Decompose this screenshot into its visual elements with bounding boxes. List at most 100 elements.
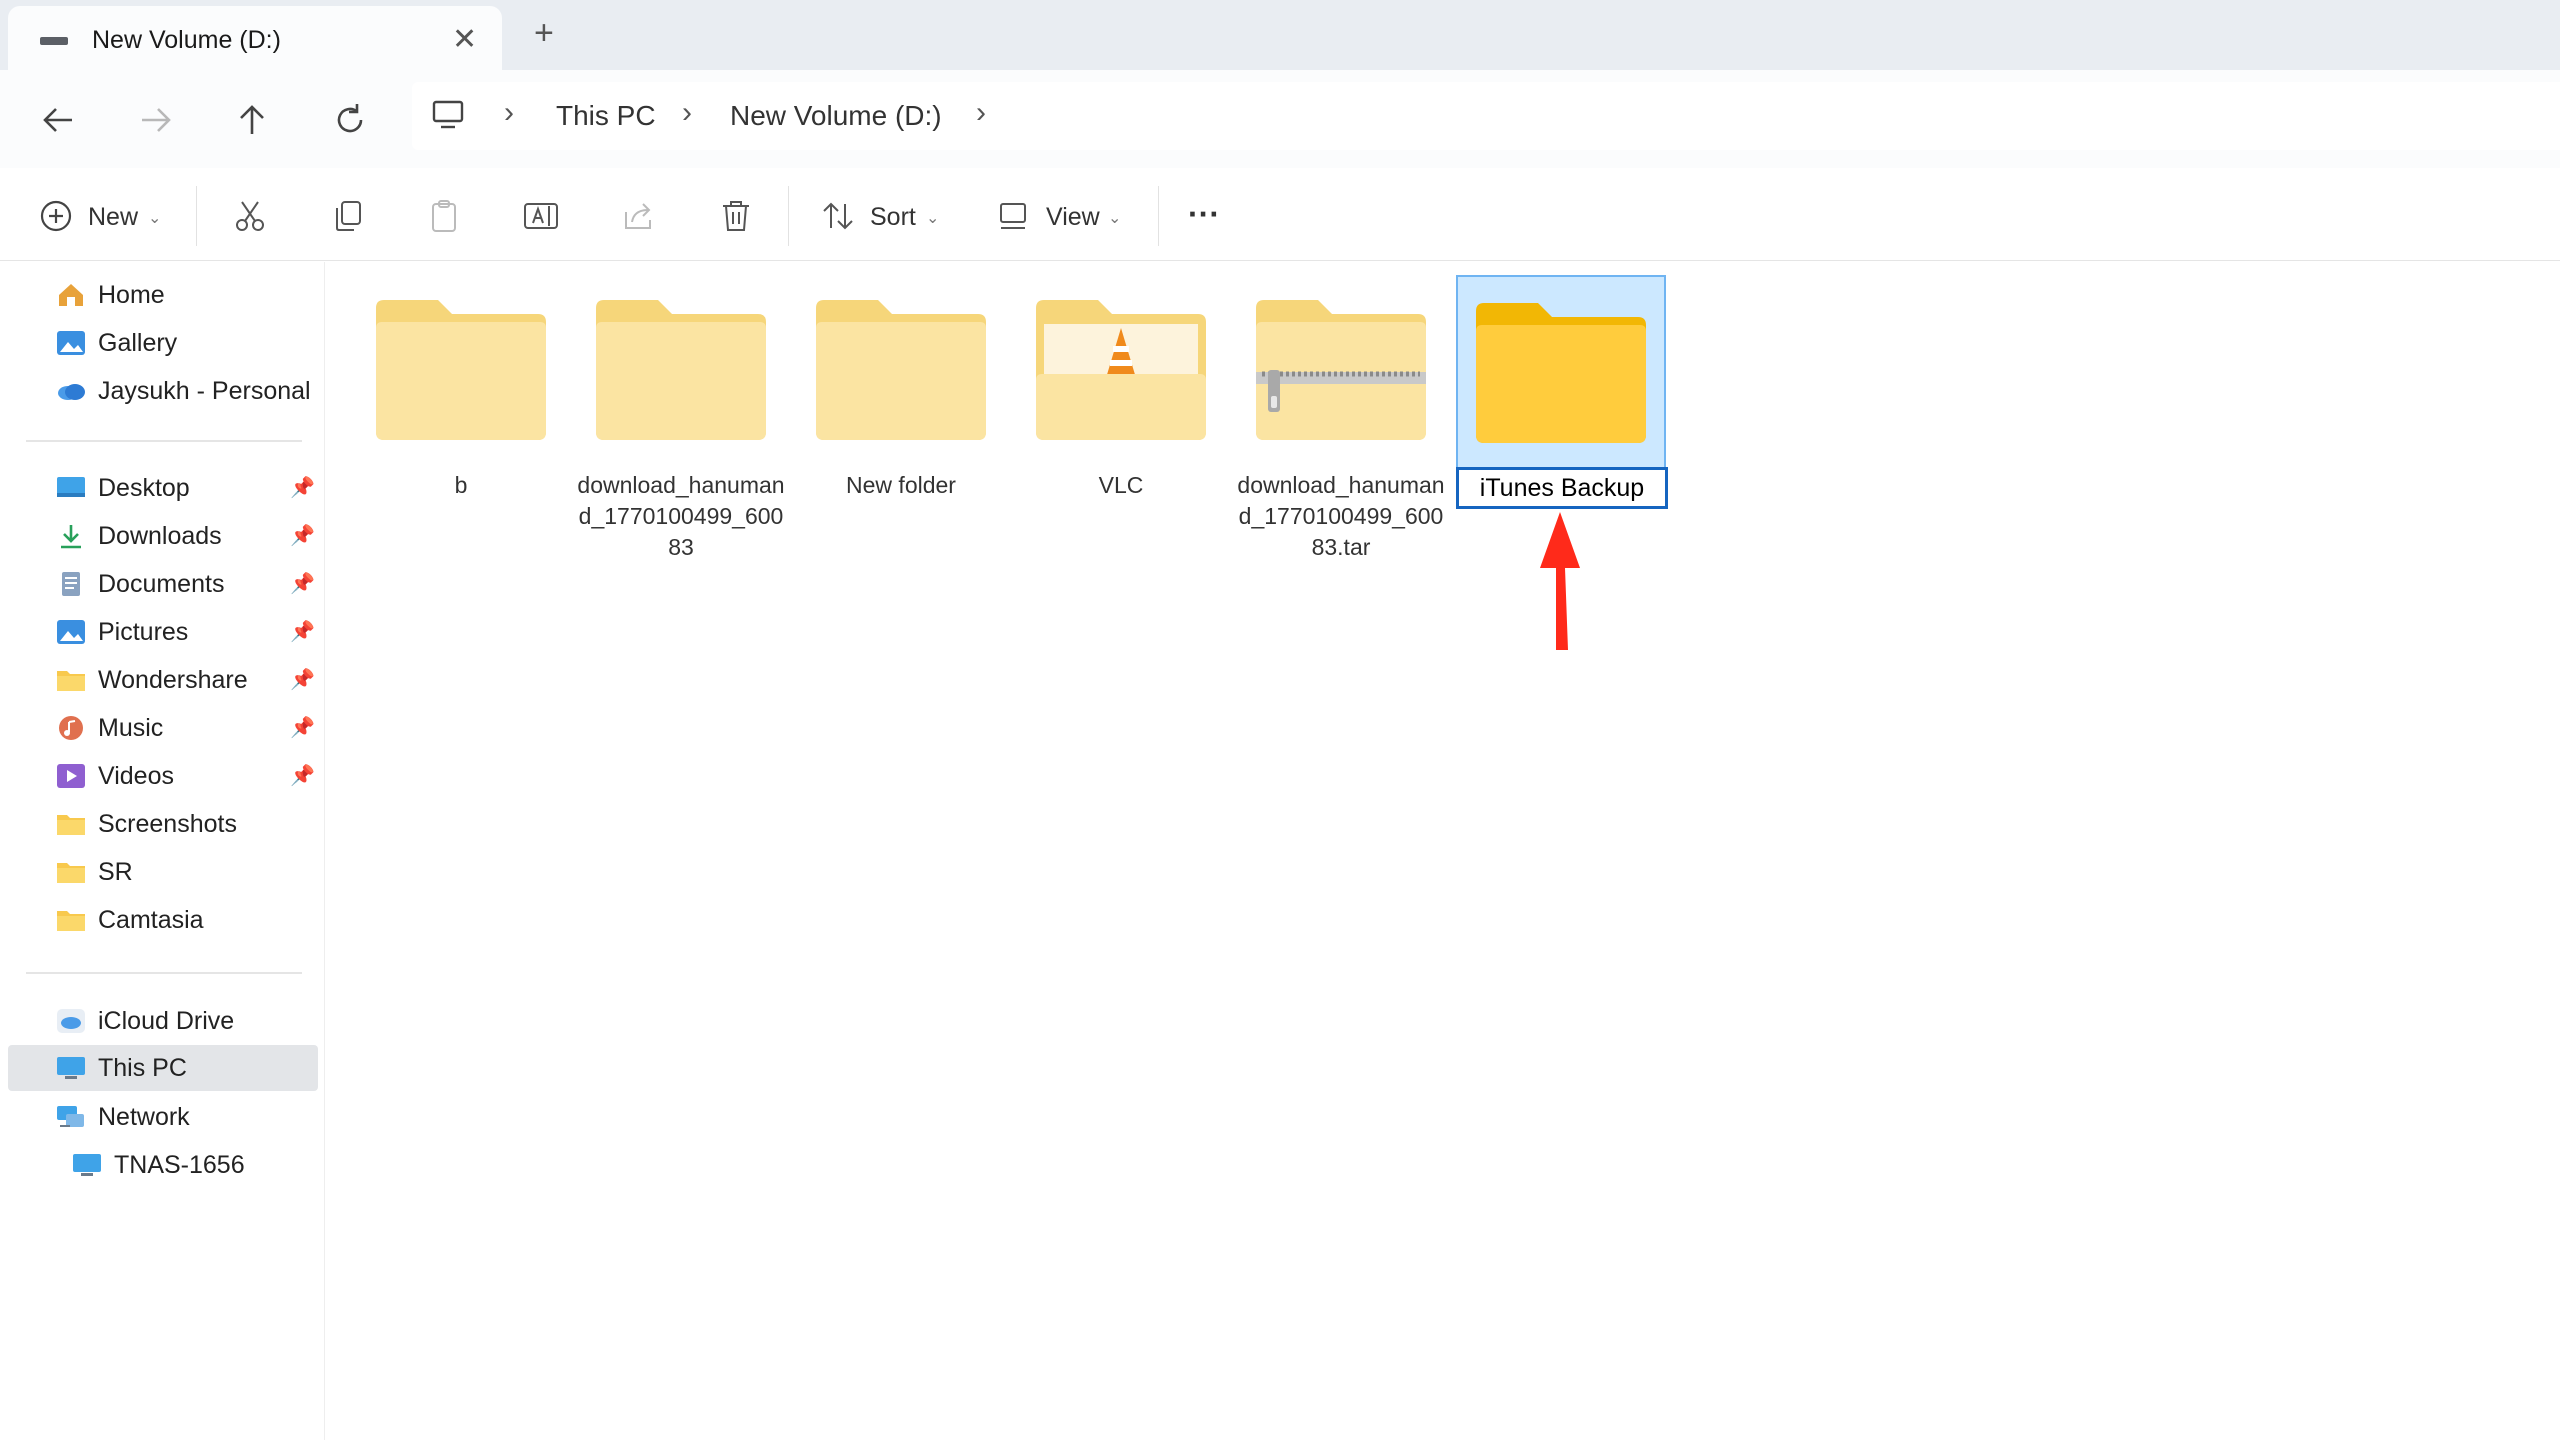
- new-plus-icon[interactable]: [38, 198, 74, 234]
- sidebar-item-onedrive[interactable]: Jaysukh - Personal: [8, 368, 318, 414]
- back-arrow-icon[interactable]: [38, 100, 78, 140]
- item-name: download_hanumand_1770100499_60083.tar: [1237, 472, 1445, 560]
- item-name: download_hanumand_1770100499_60083: [577, 472, 785, 560]
- sidebar-item-label: iCloud Drive: [98, 1007, 235, 1035]
- pin-icon[interactable]: 📌: [290, 763, 315, 788]
- zip-folder-icon: [1256, 300, 1426, 440]
- share-icon[interactable]: [620, 198, 656, 234]
- icloud-icon: [57, 1009, 85, 1033]
- breadcrumb-new-volume[interactable]: New Volume (D:): [730, 100, 942, 132]
- sidebar-item-this-pc[interactable]: This PC: [8, 1045, 318, 1091]
- sidebar-item-documents[interactable]: Documents 📌: [8, 561, 318, 607]
- sidebar-item-home[interactable]: Home: [8, 272, 318, 318]
- rename-icon[interactable]: [522, 198, 560, 234]
- folder-icon: [57, 671, 85, 691]
- videos-icon: [57, 764, 85, 788]
- copy-icon[interactable]: [330, 198, 366, 234]
- sidebar-item-label: Pictures: [98, 618, 189, 646]
- close-tab-button[interactable]: ✕: [452, 22, 477, 57]
- sidebar-item-downloads[interactable]: Downloads 📌: [8, 513, 318, 559]
- computer-icon: [73, 1154, 101, 1176]
- chevron-down-icon: ⌄: [1108, 210, 1122, 227]
- breadcrumb-this-pc[interactable]: This PC: [556, 100, 656, 132]
- folder-item[interactable]: b: [356, 280, 566, 580]
- sidebar-item-sr[interactable]: SR: [8, 849, 318, 895]
- sidebar-item-icloud-drive[interactable]: iCloud Drive: [8, 998, 318, 1044]
- folder-icon: [57, 911, 85, 931]
- breadcrumb-separator-icon[interactable]: ›: [504, 96, 514, 130]
- view-icon[interactable]: [996, 198, 1032, 234]
- command-bar: [0, 168, 2560, 261]
- folder-item[interactable]: New folder: [796, 280, 1006, 580]
- archive-item[interactable]: download_hanumand_1770100499_60083.tar: [1236, 280, 1446, 580]
- sidebar-item-label: Camtasia: [98, 906, 204, 934]
- pin-icon[interactable]: 📌: [290, 667, 315, 692]
- folder-icon: [57, 815, 85, 835]
- folder-item[interactable]: download_hanumand_1770100499_60083: [576, 280, 786, 580]
- sidebar-item-camtasia[interactable]: Camtasia: [8, 897, 318, 943]
- sidebar-item-label: Music: [98, 714, 164, 742]
- sidebar-item-desktop[interactable]: Desktop 📌: [8, 465, 318, 511]
- sidebar-item-label: TNAS-1656: [114, 1151, 245, 1179]
- chevron-down-icon: ⌄: [926, 210, 940, 227]
- new-tab-button[interactable]: +: [534, 14, 554, 53]
- network-icon: [57, 1106, 84, 1127]
- pin-icon[interactable]: 📌: [290, 619, 315, 644]
- sidebar-item-label: Screenshots: [98, 810, 237, 838]
- sidebar-item-label: Wondershare: [98, 666, 248, 694]
- documents-icon: [62, 572, 80, 596]
- sidebar-divider: [26, 972, 302, 974]
- rename-input[interactable]: [1456, 467, 1668, 509]
- home-icon: [59, 284, 83, 306]
- sidebar-item-music[interactable]: Music 📌: [8, 705, 318, 751]
- sidebar-item-wondershare[interactable]: Wondershare 📌: [8, 657, 318, 703]
- sidebar-item-screenshots[interactable]: Screenshots: [8, 801, 318, 847]
- music-icon: [59, 716, 83, 740]
- breadcrumb-separator-icon[interactable]: ›: [976, 96, 986, 130]
- gallery-icon: [57, 331, 85, 355]
- separator: [788, 186, 789, 246]
- pin-icon[interactable]: 📌: [290, 715, 315, 740]
- sidebar-item-label: Gallery: [98, 329, 178, 357]
- sidebar-item-label: Desktop: [98, 474, 190, 502]
- item-name: New folder: [846, 472, 956, 498]
- new-button[interactable]: New: [88, 203, 138, 232]
- up-arrow-icon[interactable]: [232, 100, 272, 140]
- folder-icon: [1476, 303, 1646, 443]
- forward-arrow-icon[interactable]: [136, 100, 176, 140]
- separator: [1158, 186, 1159, 246]
- sort-button[interactable]: Sort: [870, 203, 916, 232]
- tab-active[interactable]: New Volume (D:) ✕: [8, 6, 502, 70]
- sidebar-item-pictures[interactable]: Pictures 📌: [8, 609, 318, 655]
- breadcrumb-separator-icon[interactable]: ›: [682, 96, 692, 130]
- onedrive-cloud-icon: [58, 384, 85, 400]
- more-options-button[interactable]: ···: [1188, 196, 1220, 233]
- sidebar-item-label: This PC: [98, 1054, 187, 1082]
- cut-icon[interactable]: [232, 198, 268, 234]
- folder-icon: [816, 300, 986, 440]
- pin-icon[interactable]: 📌: [290, 475, 315, 500]
- sidebar-item-videos[interactable]: Videos 📌: [8, 753, 318, 799]
- refresh-icon[interactable]: [330, 100, 370, 140]
- computer-icon: [432, 100, 464, 129]
- sidebar-divider: [26, 440, 302, 442]
- sidebar-item-label: Jaysukh - Personal: [98, 377, 311, 405]
- pin-icon[interactable]: 📌: [290, 571, 315, 596]
- chevron-down-icon: ⌄: [148, 210, 162, 227]
- drive-icon: [40, 37, 68, 45]
- sidebar-item-tnas[interactable]: TNAS-1656: [24, 1142, 318, 1188]
- desktop-icon: [57, 477, 85, 497]
- item-name: VLC: [1098, 472, 1144, 498]
- sort-icon[interactable]: [820, 198, 856, 234]
- sidebar-item-label: SR: [98, 858, 133, 886]
- paste-icon[interactable]: [426, 198, 462, 234]
- folder-icon: [376, 300, 546, 440]
- item-name: b: [454, 472, 468, 498]
- sidebar-item-network[interactable]: Network: [8, 1094, 318, 1140]
- view-button[interactable]: View: [1046, 203, 1100, 232]
- sidebar-item-gallery[interactable]: Gallery: [8, 320, 318, 366]
- pictures-icon: [57, 620, 85, 644]
- pin-icon[interactable]: 📌: [290, 523, 315, 548]
- delete-icon[interactable]: [718, 198, 754, 234]
- folder-item[interactable]: VLC: [1016, 280, 1226, 580]
